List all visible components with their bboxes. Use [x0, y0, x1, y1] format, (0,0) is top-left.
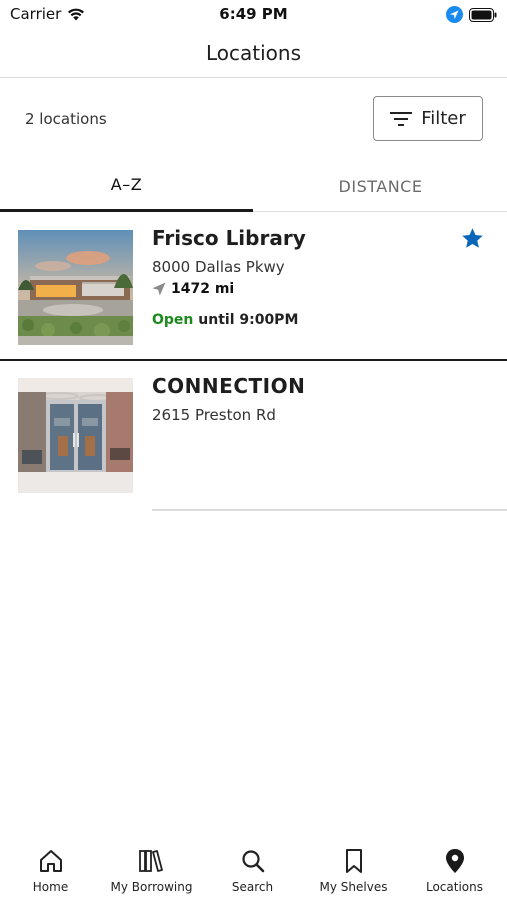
nav-search-label: Search: [231, 880, 274, 894]
nav-home-label: Home: [32, 880, 69, 894]
location-address: 2615 Preston Rd: [152, 406, 276, 424]
location-list-item[interactable]: CONNECTION 2615 Preston Rd: [0, 361, 507, 511]
location-distance: 1472 mi: [152, 281, 234, 297]
nav-my-borrowing[interactable]: My Borrowing: [101, 838, 202, 900]
status-right-icons: [446, 6, 497, 23]
location-name: Frisco Library: [152, 226, 306, 250]
status-bar: Carrier 6:49 PM: [0, 0, 507, 30]
home-icon: [39, 850, 62, 872]
nav-locations[interactable]: Locations: [404, 838, 505, 900]
status-time: 6:49 PM: [219, 5, 288, 23]
filter-label: Filter: [421, 108, 466, 129]
nav-home[interactable]: Home: [0, 838, 101, 900]
location-address: 8000 Dallas Pkwy: [152, 258, 285, 276]
open-status: Open: [152, 312, 194, 328]
navigation-arrow-icon: [152, 282, 166, 296]
nav-locations-label: Locations: [425, 880, 483, 894]
location-photo: [18, 378, 133, 493]
search-icon: [241, 850, 264, 873]
bookmark-icon: [345, 849, 362, 873]
page-title: Locations: [205, 41, 301, 65]
books-icon: [138, 850, 163, 872]
map-pin-icon: [445, 849, 464, 873]
nav-my-shelves[interactable]: My Shelves: [303, 838, 404, 900]
location-list-item[interactable]: Frisco Library 8000 Dallas Pkwy 1472 mi …: [0, 212, 507, 361]
battery-icon: [469, 7, 497, 22]
filter-icon: [390, 111, 413, 126]
location-photo: [18, 230, 133, 345]
sort-tabs: A–Z DISTANCE: [0, 160, 507, 212]
nav-my-shelves-label: My Shelves: [319, 880, 388, 894]
tab-a-z[interactable]: A–Z: [0, 160, 253, 212]
favorite-star-icon[interactable]: [460, 226, 485, 251]
results-toolbar: 2 locations Filter: [0, 78, 507, 160]
list-divider: [152, 509, 507, 511]
tab-distance[interactable]: DISTANCE: [254, 160, 507, 212]
nav-search[interactable]: Search: [202, 838, 303, 900]
hours-suffix: until 9:00PM: [198, 312, 299, 328]
nav-my-borrowing-label: My Borrowing: [110, 880, 193, 894]
location-name: CONNECTION: [152, 374, 306, 398]
bottom-tab-bar: Home My Borrowing Search My Shelves Loca…: [0, 838, 507, 900]
filter-button[interactable]: Filter: [373, 96, 483, 141]
location-services-icon: [446, 6, 463, 23]
location-hours: Open until 9:00PM: [152, 312, 298, 328]
nav-header: Locations: [0, 30, 507, 78]
locations-count: 2 locations: [25, 110, 107, 128]
distance-value: 1472 mi: [171, 281, 235, 297]
